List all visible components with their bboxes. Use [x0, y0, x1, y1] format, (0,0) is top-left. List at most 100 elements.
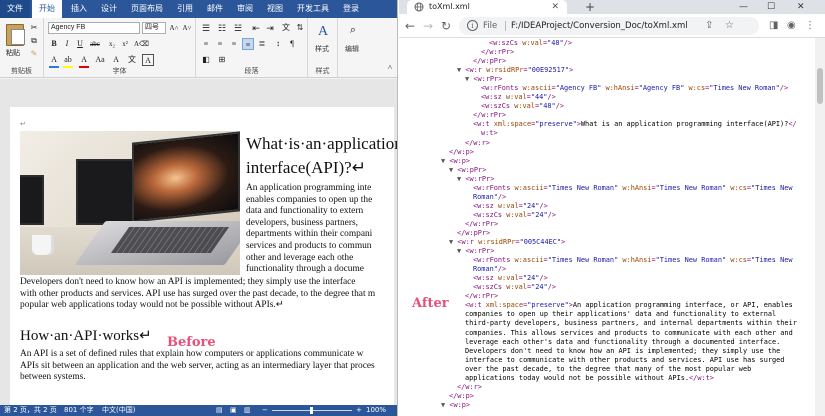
url-text[interactable]: F:/IDEAProject/Conversion_Doc/toXml.xml	[511, 17, 688, 35]
styles-button-label[interactable]: 样式	[315, 44, 329, 54]
ribbon-tab[interactable]: 开发工具	[290, 0, 336, 18]
ribbon-tab[interactable]: 插入	[64, 0, 94, 18]
char-border-icon[interactable]: A	[142, 54, 154, 66]
collapse-ribbon-icon[interactable]: ˄	[384, 62, 396, 74]
bullets-icon[interactable]: ☰	[200, 22, 212, 34]
ribbon-tabs: 文件 开始 插入 设计 页面布局 引用 邮件 审阅 视图 开发工具 登录	[0, 0, 397, 18]
bookmark-star-icon[interactable]: ☆	[725, 19, 734, 33]
font-color-icon[interactable]: A	[78, 54, 90, 66]
shading-icon[interactable]: ◧	[200, 54, 212, 66]
reload-icon[interactable]: ↻	[439, 19, 453, 33]
web-layout-icon[interactable]: ▥	[244, 405, 251, 416]
xml-token: "preserve"	[527, 301, 569, 310]
ribbon-tab[interactable]: 文件	[0, 0, 30, 18]
ribbon-tab[interactable]: 开始	[32, 0, 62, 18]
line-spacing-icon[interactable]: ↕	[272, 38, 284, 50]
highlight-icon[interactable]: ab	[62, 54, 74, 66]
change-case-icon[interactable]: Aa	[94, 54, 106, 66]
zoom-in-icon[interactable]: +	[356, 405, 362, 416]
forward-icon[interactable]: →	[421, 19, 435, 33]
subscript-icon[interactable]: x₂	[106, 38, 118, 50]
maximize-icon[interactable]: ☐	[767, 0, 775, 14]
scrollbar[interactable]	[815, 38, 825, 416]
superscript-icon[interactable]: x²	[119, 38, 131, 50]
xml-viewer[interactable]: <w:szCs w:val="48"/> </w:rPr> </w:pPr> ▼ <w…	[399, 38, 815, 416]
copy-icon[interactable]: ⧉	[28, 35, 40, 47]
ribbon-tab[interactable]: 审阅	[230, 0, 260, 18]
menu-icon[interactable]: ⋮	[805, 19, 815, 33]
ribbon-tab[interactable]: 视图	[260, 0, 290, 18]
address-bar[interactable]: i File F:/IDEAProject/Conversion_Doc/toX…	[459, 17, 759, 35]
ribbon-tab[interactable]: 登录	[336, 0, 366, 18]
laptop-desk-photo[interactable]	[20, 131, 240, 275]
bold-icon[interactable]: B	[48, 38, 60, 50]
increase-indent-icon[interactable]: ⇥	[264, 22, 276, 34]
show-marks-icon[interactable]: ¶	[286, 38, 298, 50]
status-zoom[interactable]: 100%	[366, 405, 386, 416]
close-window-icon[interactable]: ✕	[797, 0, 805, 14]
text-effects-icon[interactable]: A	[48, 54, 60, 66]
xml-token: />	[563, 39, 573, 47]
xml-token: />	[547, 210, 557, 219]
paste-label[interactable]: 粘贴	[6, 48, 20, 58]
editing-button-label[interactable]: 编辑	[345, 44, 359, 54]
paragraph-group: ☰ ☷ ☱ ⇤ ⇥ 文 ⇅ ≡ ≡ ≡ ≡ ≣ ↕ ¶ ◧ ⊞ 段落	[196, 18, 308, 78]
italic-icon[interactable]: I	[61, 38, 73, 50]
xml-token: w:val	[522, 39, 543, 47]
chinese-layout-icon[interactable]: 文	[280, 22, 292, 34]
clear-format-icon[interactable]: A⌫	[134, 38, 149, 50]
paste-icon[interactable]	[6, 24, 25, 46]
numbering-icon[interactable]: ☷	[216, 22, 228, 34]
cut-icon[interactable]: ✂	[28, 22, 40, 34]
close-tab-icon[interactable]: ✕	[551, 1, 559, 13]
share-icon[interactable]: ⇪	[705, 19, 713, 33]
new-tab-button[interactable]: +	[585, 0, 595, 14]
xml-token: <w:p>	[449, 156, 471, 165]
font-name-box[interactable]: Agency FB	[48, 22, 140, 34]
decrease-indent-icon[interactable]: ⇤	[250, 22, 262, 34]
format-painter-icon[interactable]: ✎	[28, 48, 40, 60]
document-area[interactable]: ↵ What·is·an·application·pr interface(AP…	[0, 79, 397, 405]
ribbon-tab[interactable]: 设计	[94, 0, 124, 18]
align-right-icon[interactable]: ≡	[228, 38, 240, 50]
xml-token: />	[547, 93, 556, 102]
shrink-font-icon[interactable]: A˅	[181, 22, 193, 34]
ribbon-tab[interactable]: 引用	[170, 0, 200, 18]
xml-line: applications today would not be possible…	[399, 374, 815, 383]
borders-icon[interactable]: ⊞	[216, 54, 228, 66]
document-page[interactable]: ↵ What·is·an·application·pr interface(AP…	[10, 107, 397, 405]
status-page[interactable]: 第 2 页，共 2 页	[4, 405, 57, 416]
char-shading-icon[interactable]: A	[110, 54, 122, 66]
font-size-box[interactable]: 四号	[142, 22, 166, 34]
minimize-icon[interactable]: —	[739, 0, 748, 14]
scrollbar-thumb[interactable]	[817, 68, 823, 104]
zoom-slider-thumb[interactable]	[310, 407, 313, 414]
justify-icon[interactable]: ≡	[242, 38, 254, 50]
align-left-icon[interactable]: ≡	[200, 38, 212, 50]
profile-icon[interactable]: ◉	[787, 19, 796, 33]
ribbon-tab[interactable]: 邮件	[200, 0, 230, 18]
strikethrough-icon[interactable]: abc	[89, 38, 101, 50]
status-word-count[interactable]: 801 个字	[64, 405, 94, 416]
status-language[interactable]: 中文(中国)	[102, 405, 135, 416]
read-mode-icon[interactable]: ▤	[216, 405, 223, 416]
info-icon[interactable]: i	[467, 20, 478, 31]
xml-token: <w:r	[457, 238, 479, 247]
ribbon-tab[interactable]: 页面布局	[124, 0, 170, 18]
xml-token: companies. This allows services and prod…	[465, 328, 793, 337]
grow-font-icon[interactable]: A˄	[168, 22, 180, 34]
align-center-icon[interactable]: ≡	[214, 38, 226, 50]
distributed-icon[interactable]: ≣	[256, 38, 268, 50]
sidebar-icon[interactable]: ◨	[769, 19, 778, 33]
multilevel-list-icon[interactable]: ☱	[232, 22, 244, 34]
xml-line: Roman"/>	[399, 265, 815, 274]
print-layout-icon[interactable]: ▣	[230, 405, 237, 416]
browser-tab[interactable]: toXml.xml ✕	[407, 0, 567, 14]
sort-icon[interactable]: ⇅	[294, 22, 306, 34]
styles-icon[interactable]: A	[315, 24, 331, 40]
underline-icon[interactable]: U	[74, 38, 86, 50]
search-icon[interactable]: ⌕	[347, 24, 359, 36]
phonetic-guide-icon[interactable]: 文	[126, 54, 138, 66]
back-icon[interactable]: ←	[403, 19, 417, 33]
zoom-out-icon[interactable]: −	[262, 405, 268, 416]
